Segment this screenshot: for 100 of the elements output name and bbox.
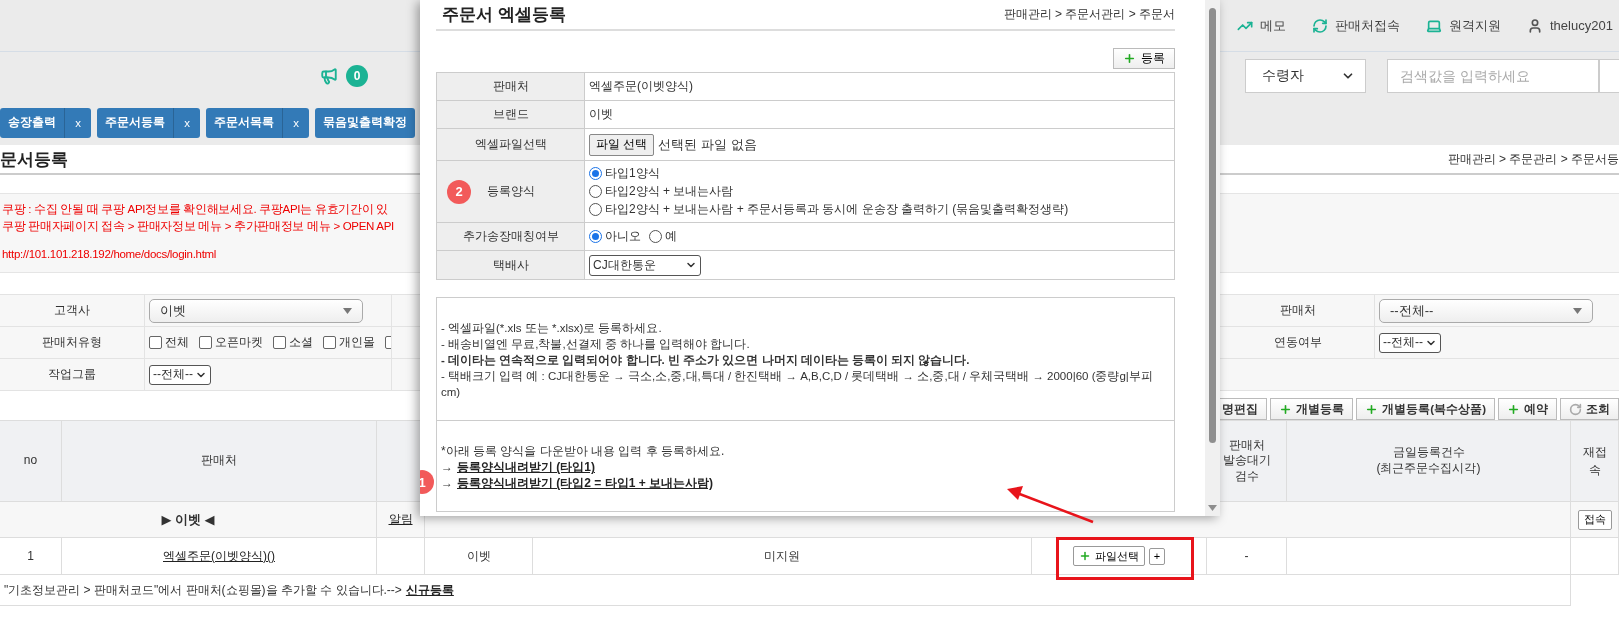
refresh-icon xyxy=(1312,17,1328,34)
select-field[interactable]: CJ대한통운 xyxy=(589,254,701,276)
breadcrumb: 판매관리 > 주문서관리 > 주문서 xyxy=(1003,6,1175,23)
plus-icon xyxy=(1365,402,1379,416)
radio-button[interactable] xyxy=(649,230,662,243)
connect-button[interactable]: 접속 xyxy=(1577,509,1612,530)
checkbox-label: 전체 xyxy=(165,334,189,351)
search-field-select[interactable]: 수령자 xyxy=(1245,59,1366,93)
download-link[interactable]: 등록양식내려받기 (타입2 = 타입1 + 보내는사람) xyxy=(457,475,714,491)
note-text: - 데이타는 연속적으로 입력되어야 합니다. 빈 주소가 있으면 나머지 데이타는 등록이 되지 않습니다. xyxy=(441,353,971,368)
new-register-link[interactable]: 신규등록 xyxy=(405,581,454,599)
checkbox[interactable] xyxy=(149,336,162,349)
checkbox-label: 오픈마켓 xyxy=(215,334,263,351)
register-button[interactable]: 등록 xyxy=(1113,48,1175,69)
table-cell: 미지원 xyxy=(764,547,800,565)
checkbox-label: 개인몰 xyxy=(339,334,375,351)
user-icon xyxy=(1527,17,1543,34)
filter-label: 고객사 xyxy=(54,302,90,319)
checkbox-label: 소셜 xyxy=(289,334,313,351)
radio-label: 타입2양식 + 보내는사람 + 주문서등록과 동시에 운송장 출력하기 (묶음및출력확정생략) xyxy=(605,201,1069,218)
table-cell: 이벳 xyxy=(466,547,491,565)
toolbar-button[interactable]: 명편집 xyxy=(1219,398,1268,420)
notice-text: 쿠팡 : 수집 안될 때 쿠팡 API정보를 확인해보세요. 쿠팡API는 유효기간이 있 xyxy=(2,202,389,217)
search-field[interactable]: 검색값을 입력하세요 xyxy=(1387,59,1599,93)
select-field[interactable]: --전체-- xyxy=(149,364,211,385)
checkbox[interactable] xyxy=(273,336,286,349)
step-badge: 2 xyxy=(447,179,471,204)
field-label: 엑셀파일선택 xyxy=(474,136,547,153)
field-value: 이벳 xyxy=(589,106,613,123)
radio-button[interactable] xyxy=(589,185,602,198)
toolbar-button[interactable]: 개별등록 xyxy=(1270,398,1354,420)
download-intro: *아래 등록 양식을 다운받아 내용 입력 후 등록하세요. xyxy=(441,443,725,459)
tab[interactable]: 송장출력 x xyxy=(0,107,91,138)
radio-button[interactable] xyxy=(589,203,602,216)
filter-label: 작업그룹 xyxy=(48,366,96,383)
column-header: no xyxy=(23,453,38,469)
column-header: 판매처 발송대기 검수 xyxy=(1221,437,1272,485)
top-link[interactable]: thelucy201 xyxy=(1527,17,1613,34)
field-label: 추가송장매칭여부 xyxy=(462,228,559,245)
notice-text: 쿠팡 판매자페이지 접속 > 판매자정보 메뉴 > 추가판매정보 메뉴 > OPEN API xyxy=(2,219,395,234)
checkbox[interactable] xyxy=(323,336,336,349)
toolbar-button[interactable]: 조회 xyxy=(1560,398,1619,420)
plus-icon xyxy=(1507,402,1520,416)
column-header: 금일등록건수 (최근주문수집시각) xyxy=(1376,445,1481,477)
field-label: 브랜드 xyxy=(492,106,529,123)
radio-label: 타입1양식 xyxy=(605,165,660,182)
close-tab-button[interactable]: x xyxy=(64,107,91,138)
column-header: 판매처 xyxy=(201,453,237,469)
download-link[interactable]: 등록양식내려받기 (타입1) xyxy=(457,459,595,475)
field-value: 엑셀주문(이벳양식) xyxy=(589,78,693,95)
top-link[interactable]: 메모 xyxy=(1237,16,1286,35)
notice-text: http://101.101.218.192/home/docs/login.html xyxy=(2,248,218,260)
arrow-glyph: → xyxy=(441,475,453,491)
note-text: - 배송비열엔 무료,착불,선결제 중 하나를 입력해야 합니다. xyxy=(441,337,751,352)
arrow-glyph: → xyxy=(441,459,453,475)
field-label: 판매처 xyxy=(492,78,529,95)
file-select-button[interactable]: 파일 선택 xyxy=(589,133,655,156)
select-field[interactable]: --전체-- xyxy=(1379,298,1593,323)
file-select-button[interactable]: 파일선택 xyxy=(1072,546,1145,566)
step-badge: 1 xyxy=(420,470,434,494)
dialog-title: 주문서 엑셀등록 xyxy=(442,4,566,26)
breadcrumb: 판매관리 > 주문관리 > 주문서등 xyxy=(1447,150,1619,168)
checkbox[interactable] xyxy=(199,336,212,349)
add-button[interactable]: + xyxy=(1148,547,1166,565)
notification-count: 0 xyxy=(346,65,368,87)
table-cell: - xyxy=(1244,549,1249,563)
field-label: 택배사 xyxy=(492,256,529,274)
footer-text: "기초정보관리 > 판매처코드"에서 판매처(쇼핑몰)을 추가할 수 있습니다.--> xyxy=(4,581,402,599)
filter-label: 연동여부 xyxy=(1274,334,1322,351)
plus-icon xyxy=(1279,402,1293,416)
seller-link[interactable]: 엑셀주문(이벳양식)() xyxy=(163,547,275,565)
radio-label: 타입2양식 + 보내는사람 xyxy=(605,183,734,200)
plus-icon xyxy=(1078,550,1091,562)
refresh-icon xyxy=(1569,402,1582,416)
tab[interactable]: 주문서등록 x xyxy=(97,107,200,138)
toolbar-button[interactable]: 개별등록(복수상품) xyxy=(1356,398,1495,420)
table-cell: 1 xyxy=(27,549,34,563)
tab[interactable]: 주문서목록 x xyxy=(206,107,309,138)
field-label: 등록양식 xyxy=(486,183,535,200)
tab[interactable]: 묶음및출력확정 xyxy=(315,107,415,138)
radio-button[interactable] xyxy=(589,230,602,243)
note-text: - 엑셀파일(*.xls 또는 *.xlsx)로 등록하세요. xyxy=(441,321,663,336)
select-field[interactable]: --전체-- xyxy=(1379,332,1441,353)
alert-link[interactable]: 알림 xyxy=(388,511,413,528)
plus-icon xyxy=(1123,52,1136,65)
radio-label: 아니오 xyxy=(605,228,641,245)
filter-label: 판매처유형 xyxy=(42,334,102,351)
column-header: 재접속 xyxy=(1581,444,1608,479)
radio-label: 예 xyxy=(665,228,677,245)
close-tab-button[interactable]: x xyxy=(282,107,309,138)
filter-label: 판매처 xyxy=(1280,302,1316,319)
caret-icon xyxy=(343,307,352,314)
select-field[interactable]: 이벳 xyxy=(149,298,363,323)
top-link[interactable]: 원격지원 xyxy=(1426,16,1501,35)
group-label: ▶ 이벳 ◀ xyxy=(161,510,215,529)
close-tab-button[interactable]: x xyxy=(173,107,200,138)
toolbar-button[interactable]: 예약 xyxy=(1498,398,1557,420)
caret-icon xyxy=(1573,307,1582,314)
top-link[interactable]: 판매처접속 xyxy=(1312,16,1400,35)
radio-button[interactable] xyxy=(589,167,602,180)
